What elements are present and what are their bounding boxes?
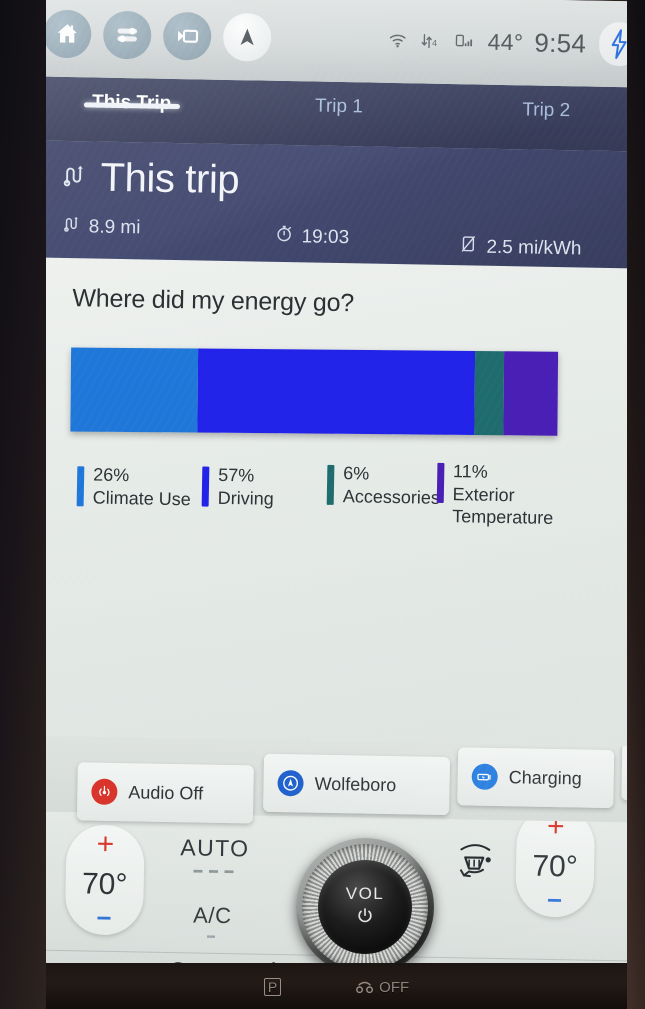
infotainment-screenshot: 4 44° 9:54 Trip 1 Trip 2 This trip 8.9 m…: [0, 0, 645, 1009]
navigation-arrow-icon[interactable]: [222, 12, 272, 62]
phone-signal-icon: [453, 32, 477, 51]
driver-temperature-control[interactable]: + 70° −: [64, 824, 145, 936]
status-bar: 4 44° 9:54: [28, 0, 645, 88]
legend-item-climate-use: 26% Climate Use: [76, 463, 192, 510]
wifi-icon: [387, 30, 408, 49]
passenger-temp-down-button[interactable]: −: [547, 885, 563, 915]
chart-legend: 26% Climate Use 57% Driving 6% Accessori…: [68, 459, 614, 559]
navigation-destination-icon: [277, 769, 304, 797]
card-audio[interactable]: Audio Off: [76, 762, 254, 824]
auto-indicator: ▬ ▬ ▬: [193, 864, 236, 876]
data-transfer-icon: 4: [419, 31, 442, 50]
parking-brake-button[interactable]: P: [263, 978, 282, 996]
card-charging-label: Charging: [508, 766, 582, 789]
trip-tabs: This Trip Trip 1 Trip 2: [27, 76, 645, 152]
settings-sliders-icon[interactable]: [102, 10, 152, 60]
stat-duration-value: 19:03: [301, 225, 350, 248]
driver-temp-up-button[interactable]: +: [96, 828, 114, 861]
legend-label: Accessories: [342, 485, 441, 508]
card-navigation-label: Wolfeboro: [314, 773, 397, 795]
legend-percent: 57%: [218, 464, 255, 486]
legend-label: Climate Use: [92, 487, 191, 509]
legend-item-accessories: 6% Accessories: [326, 462, 441, 509]
traction-control-off-label: OFF: [379, 978, 410, 996]
passenger-temperature-control[interactable]: + 70° −: [515, 806, 596, 918]
bar-segment-climate-use: [70, 347, 198, 433]
stacked-bar: [70, 347, 559, 436]
power-icon[interactable]: [355, 906, 375, 931]
page-title: This trip: [100, 155, 240, 203]
radio-audio-icon: [91, 778, 118, 806]
home-icon[interactable]: [42, 9, 92, 59]
bar-segment-accessories: [474, 350, 505, 436]
legend-swatch: [201, 466, 210, 507]
dashboard-bezel-right: [627, 0, 645, 1009]
ac-button[interactable]: A/C ▬: [193, 902, 232, 940]
efficiency-icon: [459, 234, 478, 259]
driver-temp-value: 70°: [81, 867, 128, 902]
ev-charging-car-icon: [471, 763, 498, 791]
traction-control-icon: [356, 981, 374, 994]
stat-distance-value: 8.9 mi: [88, 215, 141, 238]
energy-bar-chart: [70, 345, 615, 439]
physical-buttons-row: P OFF: [46, 967, 627, 1007]
traction-control-off-button[interactable]: OFF: [355, 979, 409, 996]
stat-distance: 8.9 mi: [62, 214, 141, 240]
legend-item-driving: 57% Driving: [201, 464, 275, 510]
legend-swatch: [436, 462, 445, 503]
legend-percent: 6%: [343, 463, 370, 484]
quick-launch-icons: [42, 9, 272, 62]
legend-item-exterior-temperature: 11% Exterior Temperature: [436, 460, 613, 531]
legend-label: Exterior Temperature: [451, 483, 554, 528]
ac-indicator: ▬: [206, 930, 218, 940]
tab-trip-1[interactable]: Trip 1: [235, 80, 443, 120]
energy-content: Where did my energy go? 26% Climate Use: [16, 257, 645, 747]
tab-trip-1-label: Trip 1: [314, 95, 364, 118]
trip-stats: 8.9 mi 19:03 2.5 mi/kWh: [59, 212, 630, 262]
stat-efficiency: 2.5 mi/kWh: [459, 234, 582, 261]
dashboard-bezel-left: [0, 0, 46, 1009]
auto-climate-button[interactable]: AUTO ▬ ▬ ▬: [180, 834, 250, 875]
volume-knob[interactable]: VOL: [296, 838, 434, 976]
tab-trip-2[interactable]: Trip 2: [442, 84, 645, 124]
outside-temperature: 44°: [487, 28, 524, 55]
ac-label: A/C: [192, 902, 232, 929]
legend-swatch: [326, 464, 335, 505]
card-audio-label: Audio Off: [128, 781, 204, 804]
status-indicators: 4 44° 9:54: [386, 18, 640, 67]
trip-header: This trip 8.9 mi 19:03 2.5 mi/kWh: [25, 140, 645, 269]
svg-text:4: 4: [432, 37, 437, 47]
route-icon: [62, 214, 81, 239]
passenger-temp-value: 70°: [532, 849, 579, 884]
route-icon: [60, 162, 87, 193]
driver-temp-down-button[interactable]: −: [96, 902, 112, 932]
stat-duration: 19:03: [274, 224, 349, 250]
bar-segment-driving: [196, 348, 476, 435]
trip-title-row: This trip: [60, 155, 631, 210]
chart-title: Where did my energy go?: [72, 284, 355, 318]
auto-label: AUTO: [180, 834, 250, 862]
stat-efficiency-value: 2.5 mi/kWh: [486, 236, 582, 259]
clock: 9:54: [534, 27, 587, 58]
parking-brake-label: P: [263, 978, 282, 996]
card-navigation[interactable]: Wolfeboro: [263, 753, 451, 816]
volume-knob-label: VOL: [345, 883, 385, 903]
bar-segment-exterior-temperature: [503, 351, 559, 436]
legend-percent: 26%: [93, 464, 130, 486]
tab-trip-2-label: Trip 2: [522, 99, 571, 122]
volume-knob-face[interactable]: VOL: [318, 860, 412, 954]
card-charging[interactable]: Charging: [457, 747, 615, 809]
display-camera-icon[interactable]: [162, 11, 212, 61]
tab-this-trip[interactable]: This Trip: [28, 76, 236, 116]
legend-percent: 11%: [452, 461, 488, 482]
stopwatch-icon: [274, 224, 293, 249]
windshield-defrost-icon[interactable]: [449, 837, 502, 889]
legend-swatch: [76, 466, 85, 507]
legend-label: Driving: [217, 487, 274, 509]
quick-cards-row: Audio Off Wolfeboro Charging: [15, 735, 645, 824]
